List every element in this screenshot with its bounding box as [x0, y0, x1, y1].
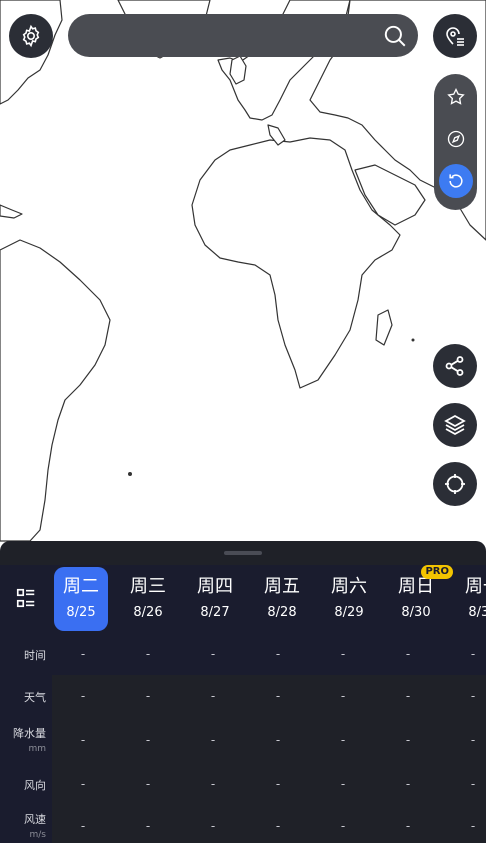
cell: -	[145, 689, 151, 703]
crosshair-icon	[445, 474, 465, 494]
cell: -	[275, 819, 281, 833]
forecast-row-wind-direction: 风向 - - - - - - -	[0, 763, 486, 803]
day-tab-2[interactable]: 周四 8/27	[188, 567, 242, 631]
cell: -	[340, 689, 346, 703]
search-bar[interactable]	[68, 14, 418, 57]
day-name: 周四	[197, 576, 233, 597]
map-tools-pill	[434, 74, 477, 210]
share-icon	[445, 356, 464, 376]
cell: -	[80, 819, 86, 833]
day-tab-0[interactable]: 周二 8/25	[54, 567, 108, 631]
day-name: 周一	[465, 576, 486, 597]
cell: -	[145, 647, 151, 661]
cell: -	[470, 647, 476, 661]
cell: -	[275, 647, 281, 661]
share-button[interactable]	[433, 344, 477, 388]
row-label: 风向	[24, 779, 46, 792]
cell: -	[340, 733, 346, 747]
star-icon	[446, 87, 465, 105]
cell: -	[405, 647, 411, 661]
row-label: 时间	[24, 649, 46, 662]
day-date: 8/26	[133, 605, 163, 620]
location-list-button[interactable]	[433, 14, 477, 58]
compass-button[interactable]	[439, 122, 473, 156]
layers-button[interactable]	[433, 403, 477, 447]
forecast-row-time: 时间 - - - - - - -	[0, 635, 486, 675]
compass-icon	[447, 130, 464, 148]
map-coast-madagascar	[375, 309, 393, 346]
cell: -	[80, 777, 86, 791]
day-tab-1[interactable]: 周三 8/26	[121, 567, 175, 631]
cell: -	[405, 777, 411, 791]
forecast-row-precipitation: 降水量 mm - - - - - - -	[0, 717, 486, 763]
day-name: 周三	[130, 576, 166, 597]
map-dot-falklands	[128, 472, 132, 476]
cell: -	[145, 777, 151, 791]
cell: -	[275, 733, 281, 747]
map-coast-south-america	[0, 239, 111, 542]
row-label-text: 降水量	[13, 727, 46, 740]
settings-button[interactable]	[9, 14, 53, 58]
cell: -	[145, 819, 151, 833]
day-date: 8/27	[200, 605, 230, 620]
map-dot-southgeorgia	[411, 338, 415, 342]
day-name: 周五	[264, 576, 300, 597]
cell: -	[210, 777, 216, 791]
day-date: 8/25	[66, 605, 96, 620]
forecast-row-weather: 天气 - - - - - - -	[0, 675, 486, 717]
locate-button[interactable]	[433, 462, 477, 506]
cell: -	[275, 689, 281, 703]
forecast-row-wind-speed: 风速 m/s - - - - - - -	[0, 803, 486, 843]
day-date: 8/28	[267, 605, 297, 620]
map-coast-caribbean	[0, 204, 23, 219]
pro-badge: PRO	[421, 565, 453, 579]
row-label: 天气	[24, 691, 46, 704]
search-icon	[384, 25, 406, 46]
cell: -	[340, 819, 346, 833]
day-date: 8/31	[468, 605, 486, 620]
day-tab-6[interactable]: 周一 8/31	[456, 567, 486, 631]
cell: -	[210, 647, 216, 661]
day-date: 8/29	[334, 605, 364, 620]
list-view-icon[interactable]	[15, 587, 37, 609]
day-name: 周二	[63, 576, 99, 597]
location-list-icon	[446, 27, 464, 46]
row-label-text: 风速	[24, 813, 46, 826]
cell: -	[405, 689, 411, 703]
row-label: 风速 m/s	[0, 811, 52, 840]
day-tabs-row: 周二 8/25 周三 8/26 周四 8/27 周五 8/28 周六 8/29 …	[0, 565, 486, 635]
cell: -	[80, 733, 86, 747]
cell: -	[340, 777, 346, 791]
cell: -	[210, 733, 216, 747]
day-tab-4[interactable]: 周六 8/29	[322, 567, 376, 631]
cell: -	[470, 733, 476, 747]
cell: -	[405, 819, 411, 833]
row-label-unit: mm	[28, 744, 46, 754]
cell: -	[145, 733, 151, 747]
forecast-panel: 周二 8/25 周三 8/26 周四 8/27 周五 8/28 周六 8/29 …	[0, 541, 486, 843]
cell: -	[275, 777, 281, 791]
favorite-button[interactable]	[439, 80, 473, 114]
cell: -	[470, 819, 476, 833]
panel-drag-handle[interactable]	[224, 551, 262, 555]
day-tab-5[interactable]: PRO 周日 8/30	[389, 565, 453, 631]
cell: -	[210, 689, 216, 703]
cell: -	[470, 689, 476, 703]
day-name: 周六	[331, 576, 367, 597]
day-tab-3[interactable]: 周五 8/28	[255, 567, 309, 631]
row-label-unit: m/s	[29, 830, 47, 840]
cell: -	[80, 647, 86, 661]
row-label: 降水量 mm	[0, 725, 52, 754]
gear-icon	[22, 24, 40, 48]
cell: -	[80, 689, 86, 703]
cell: -	[210, 819, 216, 833]
layers-icon	[444, 414, 466, 436]
day-date: 8/30	[401, 605, 431, 620]
reset-button[interactable]	[438, 164, 473, 198]
refresh-icon	[448, 174, 463, 188]
cell: -	[470, 777, 476, 791]
day-name: 周日	[398, 576, 434, 597]
cell: -	[340, 647, 346, 661]
cell: -	[405, 733, 411, 747]
